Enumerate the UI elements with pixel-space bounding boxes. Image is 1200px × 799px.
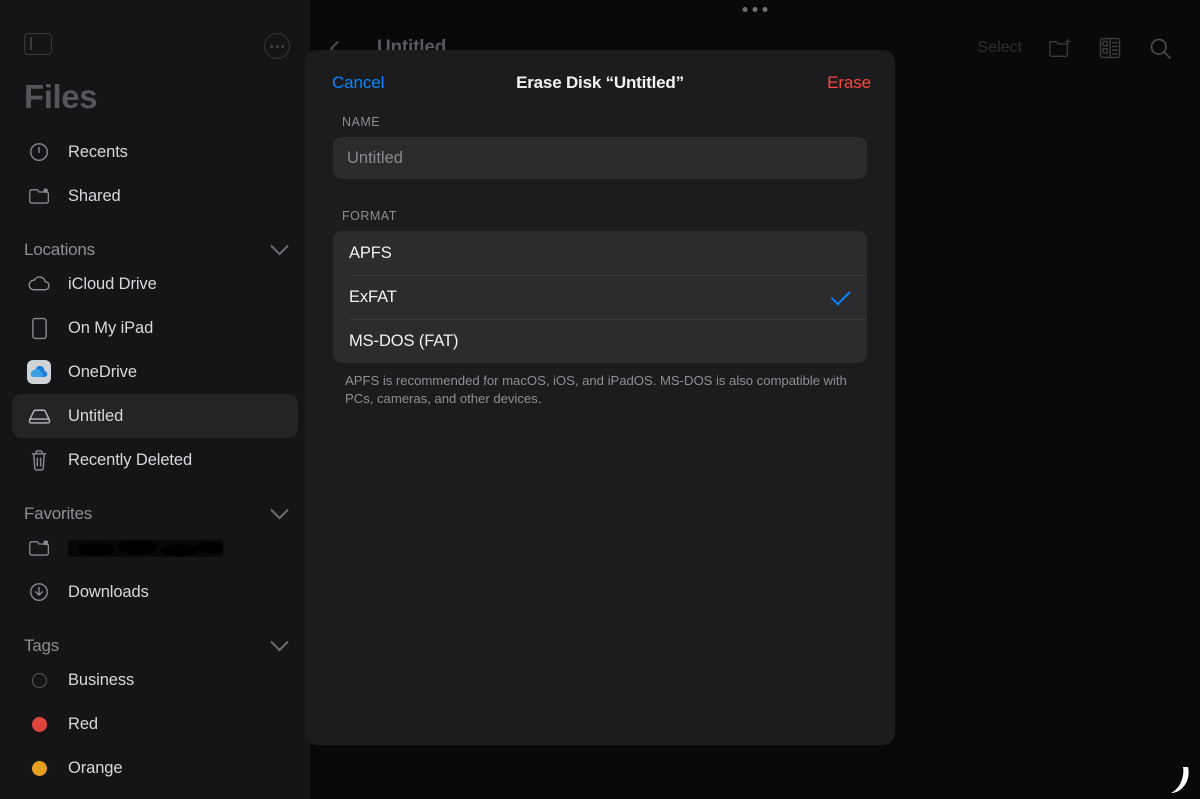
sidebar-item-label: Downloads: [68, 582, 149, 601]
format-options-list: APFS ExFAT MS-DOS (FAT): [333, 231, 867, 363]
screen: Files Recents Shared Locations iCloud Dr…: [0, 0, 1200, 799]
ipad-icon: [24, 315, 54, 341]
modal-title: Erase Disk “Untitled”: [516, 72, 684, 92]
name-input-placeholder: Untitled: [347, 148, 403, 167]
format-footnote: APFS is recommended for macOS, iOS, and …: [345, 373, 847, 406]
tag-dot-icon: [24, 711, 54, 737]
erase-disk-modal: Cancel Erase Disk “Untitled” Erase NAME …: [305, 50, 895, 745]
sidebar-header: [0, 0, 310, 72]
sidebar-item-tag-orange[interactable]: Orange: [12, 746, 298, 790]
sidebar: Files Recents Shared Locations iCloud Dr…: [0, 0, 310, 799]
checkmark-icon: [830, 285, 851, 306]
chevron-down-icon[interactable]: [270, 500, 289, 519]
sidebar-item-redacted-favorite[interactable]: [12, 526, 298, 570]
sidebar-item-onedrive[interactable]: OneDrive: [12, 350, 298, 394]
tag-dot-icon: [24, 755, 54, 781]
erase-button[interactable]: Erase: [827, 73, 871, 93]
sidebar-item-label: OneDrive: [68, 362, 137, 381]
shared-folder-icon: [24, 535, 54, 561]
format-option-exfat[interactable]: ExFAT: [333, 275, 867, 319]
sidebar-item-recents[interactable]: Recents: [12, 130, 298, 174]
sidebar-item-label: Untitled: [68, 406, 124, 425]
sidebar-item-label: Recents: [68, 142, 128, 161]
sidebar-item-label: Recently Deleted: [68, 450, 193, 469]
clock-icon: [24, 139, 54, 165]
format-section-header: FORMAT: [342, 209, 397, 223]
sidebar-item-tag-business[interactable]: Business: [12, 658, 298, 702]
new-folder-icon[interactable]: [1048, 36, 1072, 60]
icloud-icon: [24, 271, 54, 297]
sidebar-group-tags[interactable]: Tags: [24, 632, 289, 656]
format-option-label: ExFAT: [349, 287, 397, 306]
external-drive-icon: [24, 403, 54, 429]
sidebar-item-label: Red: [68, 714, 98, 733]
sidebar-item-shared[interactable]: Shared: [12, 174, 298, 218]
redacted-label: [68, 539, 223, 557]
search-icon[interactable]: [1148, 36, 1172, 60]
pointer-cursor: [1162, 763, 1192, 797]
sidebar-item-label: On My iPad: [68, 318, 154, 337]
format-option-msdos-fat[interactable]: MS-DOS (FAT): [333, 319, 867, 363]
sidebar-item-label: Orange: [68, 758, 123, 777]
format-option-label: APFS: [349, 243, 392, 262]
select-button[interactable]: Select: [978, 39, 1022, 57]
tag-hollow-icon: [24, 667, 54, 693]
sidebar-group-label: Favorites: [24, 504, 93, 523]
sidebar-group-label: Locations: [24, 240, 95, 259]
sidebar-item-untitled[interactable]: Untitled: [12, 394, 298, 438]
sidebar-item-on-my-ipad[interactable]: On My iPad: [12, 306, 298, 350]
sidebar-group-favorites[interactable]: Favorites: [24, 500, 289, 524]
modal-nav-bar: Cancel Erase Disk “Untitled” Erase: [305, 50, 895, 115]
sidebar-item-icloud-drive[interactable]: iCloud Drive: [12, 262, 298, 306]
sidebar-item-label: iCloud Drive: [68, 274, 157, 293]
chevron-down-icon[interactable]: [270, 632, 289, 651]
grid-view-icon[interactable]: [1098, 36, 1122, 60]
sidebar-item-label: Business: [68, 670, 135, 689]
sidebar-item-downloads[interactable]: Downloads: [12, 570, 298, 614]
onedrive-icon: [24, 359, 54, 385]
format-option-apfs[interactable]: APFS: [333, 231, 867, 275]
more-ellipsis-icon[interactable]: [264, 33, 290, 59]
sidebar-toggle-icon[interactable]: [24, 33, 52, 55]
name-section-header: NAME: [342, 115, 381, 129]
sidebar-group-locations[interactable]: Locations: [24, 236, 289, 260]
cancel-button[interactable]: Cancel: [332, 73, 384, 93]
download-icon: [24, 579, 54, 605]
sidebar-item-label: Shared: [68, 186, 121, 205]
trash-icon: [24, 447, 54, 473]
sidebar-group-label: Tags: [24, 636, 60, 655]
name-field[interactable]: Untitled: [333, 137, 867, 179]
toolbar-actions: Select: [978, 36, 1200, 60]
page-title: Files: [24, 78, 98, 115]
format-option-label: MS-DOS (FAT): [349, 331, 459, 350]
sidebar-item-recently-deleted[interactable]: Recently Deleted: [12, 438, 298, 482]
multitasking-dots-icon[interactable]: [742, 7, 768, 12]
shared-folder-icon: [24, 183, 54, 209]
chevron-down-icon[interactable]: [270, 236, 289, 255]
sidebar-item-tag-red[interactable]: Red: [12, 702, 298, 746]
